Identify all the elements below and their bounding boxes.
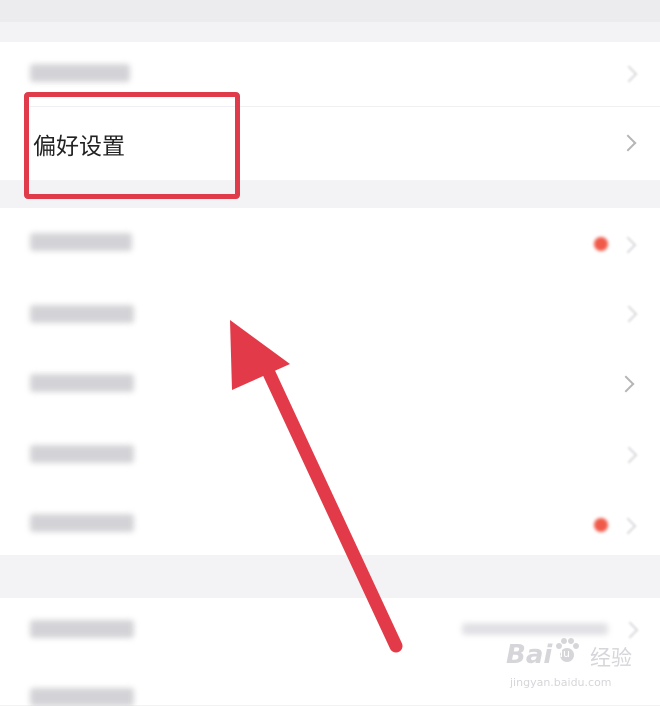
chevron-right-icon [619, 134, 637, 152]
red-dot-badge-icon [594, 518, 608, 532]
settings-row-blurred-5[interactable] [0, 418, 660, 488]
settings-row-blurred-3[interactable] [0, 278, 660, 348]
red-dot-badge-icon [594, 237, 608, 251]
chevron-right-icon [620, 65, 638, 83]
baidu-watermark: Bai du 经验 jingyan.baidu.com [506, 632, 656, 702]
watermark-url: jingyan.baidu.com [510, 676, 612, 689]
chevron-right-icon [617, 375, 635, 393]
settings-row-blurred-2[interactable] [0, 208, 660, 278]
settings-row-blurred-4[interactable] [0, 348, 660, 418]
top-strip [0, 0, 660, 22]
watermark-brand: Bai [506, 640, 553, 670]
blurred-label [30, 688, 134, 706]
blurred-label [30, 374, 134, 392]
settings-row-blurred-6[interactable] [0, 488, 660, 555]
chevron-right-icon [620, 305, 638, 323]
blurred-label [30, 445, 134, 463]
blurred-label [30, 64, 130, 82]
blurred-label [30, 233, 132, 251]
chevron-right-icon [620, 446, 638, 464]
watermark-sub: 经验 [590, 646, 632, 670]
chevron-right-icon [619, 236, 637, 254]
chevron-right-icon [619, 517, 637, 535]
watermark-brand-tail: du [556, 647, 570, 660]
highlight-box [24, 92, 240, 199]
blurred-label [30, 514, 134, 532]
blurred-label [30, 305, 134, 323]
blurred-label [30, 620, 134, 638]
